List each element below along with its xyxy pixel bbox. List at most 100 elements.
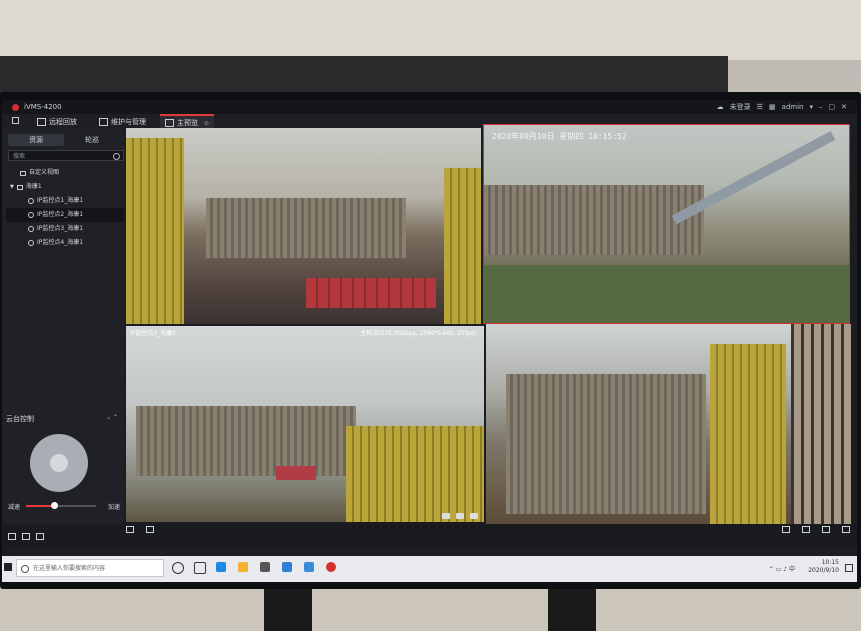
lock-icon[interactable]: [8, 533, 16, 540]
tree-item-camera-2[interactable]: IP监控点2_海康1: [6, 208, 124, 222]
edge-icon[interactable]: [216, 562, 226, 572]
video-window-1[interactable]: [126, 128, 481, 324]
cortana-icon[interactable]: [172, 562, 184, 574]
login-status[interactable]: 未登录: [730, 102, 751, 112]
video-building: [710, 344, 786, 524]
tree-item-custom-view[interactable]: 自定义视图: [6, 166, 124, 180]
close-icon[interactable]: ✕: [841, 103, 847, 111]
video-balcony-railing: [791, 324, 851, 524]
app-logo-icon: [12, 104, 19, 111]
ptz-control-panel: 云台控制 ⌄ ⌃ 减速 加速: [2, 410, 124, 522]
tab-label: 远程回放: [49, 118, 77, 126]
speed-fill: [26, 505, 54, 507]
copy-icon[interactable]: [22, 533, 30, 540]
desk-background: [0, 585, 861, 631]
store-icon[interactable]: [260, 562, 270, 572]
chevron-down-icon[interactable]: ▾: [809, 103, 813, 111]
search-placeholder: 搜索: [13, 153, 26, 160]
tree-label: 自定义视图: [29, 169, 60, 176]
title-bar: iVMS-4200 ☁ 未登录 ☰ ▦ admin ▾ – ▢ ✕: [2, 100, 857, 114]
menu-icon[interactable]: [12, 117, 19, 124]
expand-arrow-icon[interactable]: ▼: [10, 180, 14, 194]
ivms-taskbar-icon[interactable]: [326, 562, 336, 572]
video-toolbar: [442, 513, 478, 519]
ptz-title: 云台控制: [6, 415, 34, 423]
app-icon[interactable]: [304, 562, 314, 572]
volume-icon[interactable]: [126, 526, 134, 533]
camera-icon: [28, 212, 34, 218]
notification-icon[interactable]: [845, 564, 853, 572]
tree-item-camera-4[interactable]: IP监控点4_海康1: [6, 236, 124, 250]
tree-item-camera-3[interactable]: IP监控点3_海康1: [6, 222, 124, 236]
tab-remote-playback[interactable]: 远程回放: [32, 116, 82, 128]
list-icon[interactable]: ☰: [757, 103, 763, 111]
search-input[interactable]: 搜索: [8, 150, 124, 161]
start-icon[interactable]: [4, 563, 12, 571]
tree-item-camera-1[interactable]: IP监控点1_海康1: [6, 194, 124, 208]
maintenance-icon: [99, 118, 108, 126]
clock-time: 10:15: [821, 559, 839, 566]
tab-close-icon[interactable]: ⊗: [204, 120, 209, 127]
speed-track[interactable]: [26, 502, 96, 509]
search-icon: [21, 565, 29, 573]
minimize-icon[interactable]: –: [819, 103, 823, 111]
tab-label: 主预览: [177, 119, 198, 127]
main-view-icon: [165, 119, 174, 127]
camera-icon: [28, 240, 34, 246]
close-icon[interactable]: [470, 513, 478, 519]
restore-icon[interactable]: ▢: [829, 103, 836, 111]
tree-label: IP监控点4_海康1: [37, 239, 84, 246]
save-icon[interactable]: [146, 526, 154, 533]
user-name[interactable]: admin: [782, 103, 804, 111]
video-city-blocks: [506, 374, 706, 514]
search-placeholder: 在这里输入你要搜索的内容: [33, 565, 106, 572]
speaker-icon[interactable]: [36, 533, 44, 540]
video-building: [346, 426, 484, 522]
video-window-3[interactable]: IP监控点3_海康1 主码流(535.95kbps, 2560*1440, 25…: [126, 326, 484, 522]
video-city-blocks: [484, 185, 704, 255]
file-explorer-icon[interactable]: [238, 562, 248, 572]
tree-item-group[interactable]: ▼ 海康1: [6, 180, 124, 194]
capture-icon[interactable]: [442, 513, 450, 519]
speed-high-label: 加速: [107, 504, 120, 511]
monitor-stand-right: [548, 583, 596, 631]
search-icon[interactable]: [113, 153, 120, 160]
ptz-collapse-icon[interactable]: ⌄ ⌃: [106, 414, 118, 421]
camera-icon: [28, 198, 34, 204]
monitor-top-edge: [0, 56, 728, 96]
folder-icon: [16, 184, 23, 190]
speed-low-label: 减速: [8, 504, 21, 511]
speed-knob[interactable]: [51, 502, 58, 509]
tree-label: 海康1: [25, 183, 42, 190]
windows-taskbar: 在这里输入你要搜索的内容 ⌃ ▭ ♪ 中 10:15 2020/9/10: [2, 556, 857, 582]
cloud-icon[interactable]: ☁: [717, 103, 724, 111]
taskbar-search-input[interactable]: 在这里输入你要搜索的内容: [16, 559, 164, 577]
gear-icon[interactable]: [842, 526, 850, 533]
fullscreen-icon[interactable]: [822, 526, 830, 533]
task-view-icon[interactable]: [194, 562, 206, 574]
tree-label: IP监控点2_海康1: [37, 211, 84, 218]
video-window-2[interactable]: 2020年09月10日 星期四 10:15:52: [483, 124, 850, 324]
system-tray[interactable]: ⌃ ▭ ♪ 中: [769, 564, 795, 573]
video-stream-info: 主码流(535.95kbps, 2560*1440, 25fps): [360, 330, 476, 337]
window-icon[interactable]: [802, 526, 810, 533]
title-bar-controls: ☁ 未登录 ☰ ▦ admin ▾ – ▢ ✕: [717, 102, 847, 112]
tree-label: IP监控点3_海康1: [37, 225, 84, 232]
layout-icon[interactable]: [782, 526, 790, 533]
subtab-resources[interactable]: 资源: [8, 134, 64, 146]
grid-icon[interactable]: ▦: [769, 103, 776, 111]
tab-maintenance[interactable]: 维护与管理: [94, 116, 151, 128]
ptz-center-button[interactable]: [50, 454, 68, 472]
video-building: [444, 168, 481, 324]
playback-icon: [37, 118, 46, 126]
video-window-4[interactable]: [486, 324, 851, 524]
video-trees: [484, 265, 849, 323]
subtab-patrol[interactable]: 轮巡: [64, 134, 120, 146]
clock[interactable]: 10:15 2020/9/10: [808, 559, 839, 575]
preview-bottom-bar: [2, 524, 857, 548]
mail-icon[interactable]: [282, 562, 292, 572]
view-icon: [20, 170, 26, 176]
tab-label: 维护与管理: [111, 118, 146, 126]
record-icon[interactable]: [456, 513, 464, 519]
ptz-joystick[interactable]: [30, 434, 88, 492]
